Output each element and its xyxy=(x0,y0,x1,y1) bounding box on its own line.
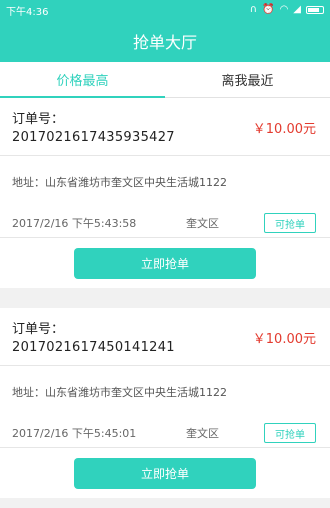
wifi-icon: ◠ xyxy=(279,4,289,15)
order-header: 订单号： 2017021617435935427 ￥10.00元 xyxy=(0,98,330,156)
tab-nearest[interactable]: 离我最近 xyxy=(165,62,330,97)
signal-icon: ◢ xyxy=(293,4,301,15)
status-time: 下午4:36 xyxy=(6,6,49,18)
battery-icon xyxy=(306,6,324,14)
status-icons: ∩ ⏰ ◠ ◢ xyxy=(250,5,324,15)
app-bar: 抢单大厅 xyxy=(0,20,330,62)
status-bar: 下午4:36 ∩ ⏰ ◠ ◢ xyxy=(0,0,330,20)
tab-label: 价格最高 xyxy=(56,74,109,89)
order-price: ￥10.00元 xyxy=(252,332,316,347)
alarm-icon: ⏰ xyxy=(262,4,275,15)
order-address: 地址：山东省潍坊市奎文区中央生活城1122 xyxy=(12,386,227,399)
card-divider xyxy=(0,298,330,308)
order-list: 订单号： 2017021617435935427 ￥10.00元 地址：山东省潍… xyxy=(0,98,330,508)
order-datetime: 2017/2/16 下午5:45:01 xyxy=(12,426,137,440)
order-price: ￥10.00元 xyxy=(252,122,316,137)
order-action-row: 立即抢单 xyxy=(0,448,330,498)
order-district: 奎文区 xyxy=(186,426,219,440)
grab-available-badge: 可抢单 xyxy=(264,213,316,233)
order-district: 奎文区 xyxy=(186,216,219,230)
grab-available-badge: 可抢单 xyxy=(264,423,316,443)
headphones-icon: ∩ xyxy=(249,4,258,15)
order-datetime: 2017/2/16 下午5:43:58 xyxy=(12,216,137,230)
order-action-row: 立即抢单 xyxy=(0,238,330,288)
tab-bar: 价格最高 离我最近 xyxy=(0,62,330,98)
order-meta: 2017/2/16 下午5:43:58 奎文区 可抢单 xyxy=(0,208,330,238)
tab-highest-price[interactable]: 价格最高 xyxy=(0,62,165,98)
order-address: 地址：山东省潍坊市奎文区中央生活城1122 xyxy=(12,176,227,189)
order-card: 订单号： 2017021617435935427 ￥10.00元 地址：山东省潍… xyxy=(0,98,330,288)
tab-label: 离我最近 xyxy=(221,74,274,89)
order-header: 订单号： 2017021617450141241 ￥10.00元 xyxy=(0,308,330,366)
order-meta: 2017/2/16 下午5:45:01 奎文区 可抢单 xyxy=(0,418,330,448)
grab-order-button[interactable]: 立即抢单 xyxy=(74,247,256,279)
grab-order-button[interactable]: 立即抢单 xyxy=(74,457,256,489)
page-title: 抢单大厅 xyxy=(132,33,197,52)
order-card: 订单号： 2017021617450141241 ￥10.00元 地址：山东省潍… xyxy=(0,308,330,498)
